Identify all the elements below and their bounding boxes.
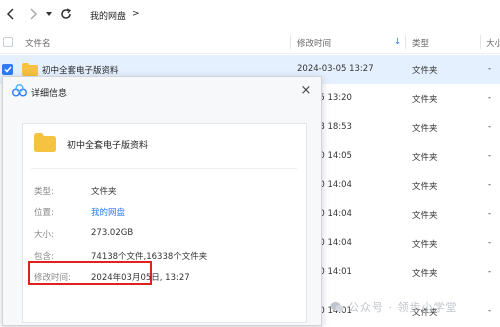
column-type[interactable]: 类型 bbox=[412, 37, 429, 49]
file-date: 2024-03-05 13:27 bbox=[297, 64, 374, 74]
breadcrumb-separator: > bbox=[132, 9, 140, 19]
file-size: - bbox=[488, 238, 492, 248]
prop-label-type: 类型: bbox=[34, 187, 54, 197]
file-type: 文件夹 bbox=[412, 95, 438, 105]
prop-value-modified: 2024年03月05日, 13:27 bbox=[91, 273, 190, 283]
dialog-title: 详细信息 bbox=[31, 89, 68, 99]
chevron-right-icon bbox=[30, 8, 38, 20]
chevron-left-icon bbox=[6, 8, 14, 20]
file-list-header: 文件名 修改时间 ↓ 类型 大小 bbox=[0, 31, 500, 54]
folder-icon bbox=[22, 63, 38, 76]
folder-icon bbox=[34, 133, 56, 152]
column-name[interactable]: 文件名 bbox=[25, 37, 51, 49]
refresh-icon bbox=[61, 8, 72, 19]
file-type: 文件夹 bbox=[412, 124, 438, 134]
prop-value-type: 文件夹 bbox=[91, 187, 117, 197]
file-size: - bbox=[488, 93, 492, 103]
file-type: 文件夹 bbox=[412, 240, 438, 250]
select-all-checkbox[interactable] bbox=[3, 37, 13, 47]
toolbar: 我的网盘 > bbox=[0, 0, 500, 30]
file-size: - bbox=[488, 151, 492, 161]
details-dialog: 详细信息 × 初中全套电子版资料 类型: 文件夹 位置: 我的网盘 大小: 27… bbox=[2, 76, 322, 326]
watermark: 公众号 · 领步小学堂 bbox=[330, 299, 458, 315]
file-type: 文件夹 bbox=[412, 153, 438, 163]
details-panel: 初中全套电子版资料 类型: 文件夹 位置: 我的网盘 大小: 273.02GB … bbox=[22, 123, 307, 323]
prop-value-contains: 74138个文件,16338个文件夹 bbox=[91, 252, 208, 262]
file-size: - bbox=[488, 306, 492, 316]
column-divider[interactable] bbox=[290, 35, 291, 49]
prop-label-location: 位置: bbox=[34, 208, 54, 218]
prop-label-modified: 修改时间: bbox=[34, 273, 71, 283]
sort-down-icon[interactable]: ↓ bbox=[394, 37, 401, 47]
breadcrumb-root[interactable]: 我的网盘 bbox=[90, 9, 126, 22]
back-button[interactable] bbox=[3, 6, 19, 22]
file-name: 初中全套电子版资料 bbox=[42, 66, 119, 76]
forward-button[interactable] bbox=[25, 6, 41, 22]
file-type: 文件夹 bbox=[412, 66, 438, 76]
prop-value-location[interactable]: 我的网盘 bbox=[91, 206, 125, 218]
check-icon bbox=[3, 66, 12, 73]
column-divider[interactable] bbox=[405, 35, 406, 49]
file-size: - bbox=[488, 180, 492, 190]
file-size: - bbox=[488, 64, 492, 74]
refresh-button[interactable] bbox=[58, 6, 74, 22]
watermark-text: 公众号 · 领步小学堂 bbox=[348, 301, 458, 314]
prop-value-size: 273.02GB bbox=[91, 228, 134, 238]
close-icon: × bbox=[300, 82, 312, 98]
file-type: 文件夹 bbox=[412, 182, 438, 192]
column-divider[interactable] bbox=[480, 35, 481, 49]
prop-label-size: 大小: bbox=[34, 230, 54, 240]
column-date[interactable]: 修改时间 bbox=[297, 37, 331, 49]
row-checkbox[interactable] bbox=[2, 64, 13, 75]
file-type: 文件夹 bbox=[412, 211, 438, 221]
column-size[interactable]: 大小 bbox=[486, 37, 500, 49]
file-size: - bbox=[488, 267, 492, 277]
history-dropdown[interactable] bbox=[44, 6, 54, 22]
prop-label-contains: 包含: bbox=[34, 252, 54, 262]
close-button[interactable]: × bbox=[297, 81, 315, 99]
file-size: - bbox=[488, 122, 492, 132]
file-type: 文件夹 bbox=[412, 269, 438, 279]
caret-down-icon bbox=[46, 12, 52, 16]
file-size: - bbox=[488, 209, 492, 219]
details-folder-name: 初中全套电子版资料 bbox=[67, 141, 149, 151]
divider bbox=[31, 168, 297, 169]
cloud-logo-icon bbox=[12, 84, 27, 97]
wechat-icon bbox=[330, 302, 344, 312]
